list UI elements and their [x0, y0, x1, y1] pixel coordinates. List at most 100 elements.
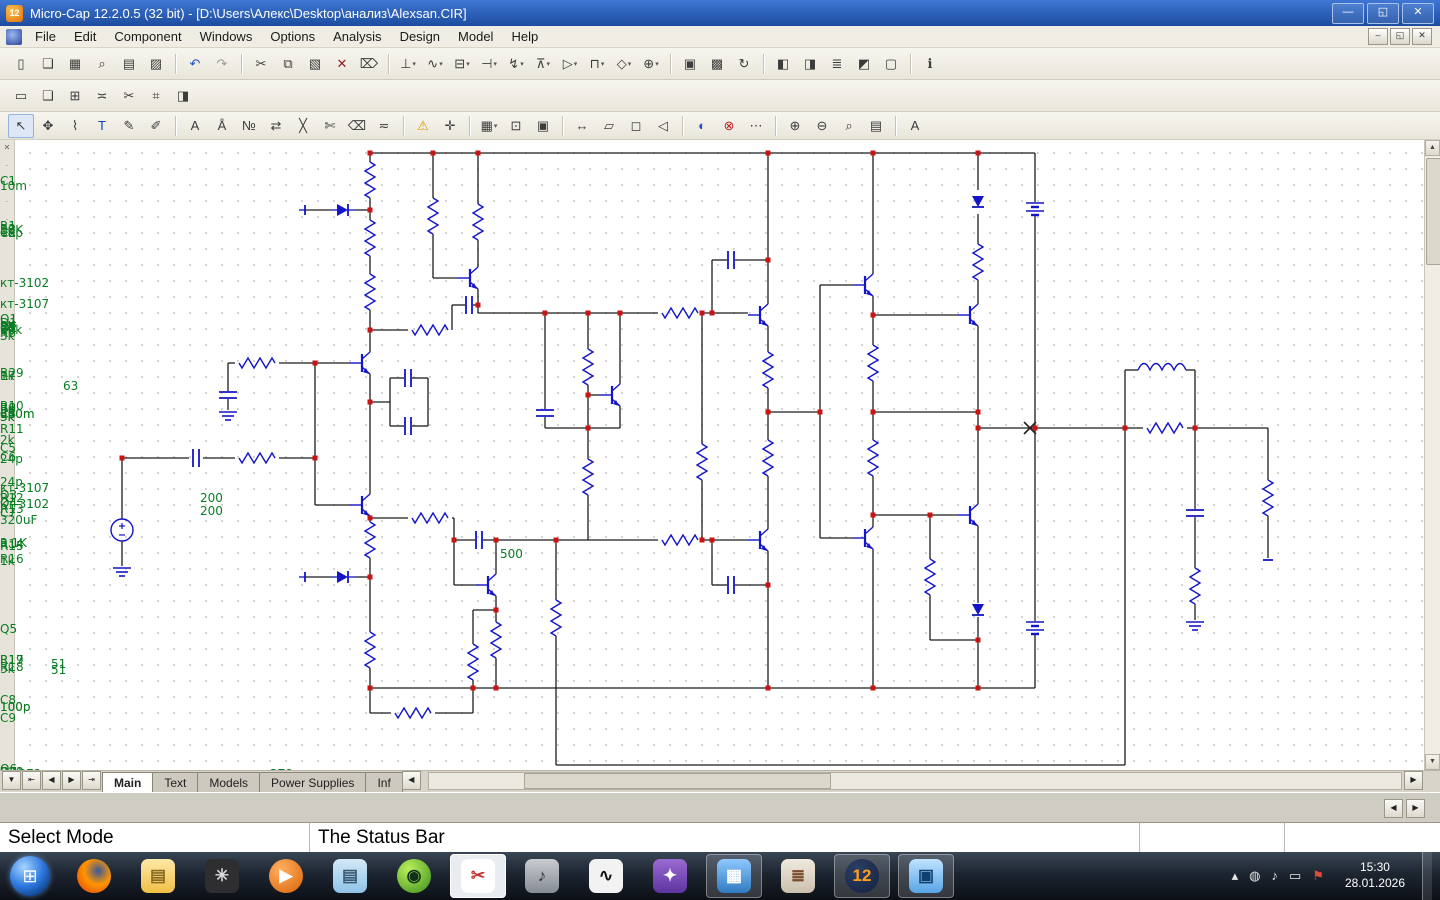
disable-part-button[interactable]: ⊗	[716, 114, 742, 138]
paste-button[interactable]: ▧	[302, 52, 328, 76]
tray-network-icon[interactable]: ▭	[1289, 868, 1301, 884]
capacitor-component-button[interactable]: ⊣▾	[476, 52, 502, 76]
opamp-component-button[interactable]: ▷▾	[557, 52, 583, 76]
clear-button[interactable]: ⌦	[356, 52, 382, 76]
taskbar-micro-cap[interactable]: 12	[834, 854, 890, 898]
sheet-menu-button[interactable]: ▼	[2, 771, 21, 790]
attribute-text-button[interactable]: A	[182, 114, 208, 138]
diode-component-button[interactable]: ↯▾	[503, 52, 529, 76]
strip-scroll-left-icon[interactable]: ◀	[1384, 799, 1403, 818]
tab-inf[interactable]: Inf	[365, 772, 402, 792]
split-tool-button[interactable]: ✄	[317, 114, 343, 138]
copy-button[interactable]: ⧉	[275, 52, 301, 76]
tab-models[interactable]: Models	[197, 772, 260, 792]
title-block-toggle-button[interactable]: ▣	[530, 114, 556, 138]
text-mode-button[interactable]: T	[89, 114, 115, 138]
left-toolbar[interactable]: ✕ · · · ·	[0, 140, 15, 770]
redo-button[interactable]: ↷	[209, 52, 235, 76]
menu-component[interactable]: Component	[105, 27, 190, 46]
pattern-select-button[interactable]: ▩	[704, 52, 730, 76]
rotate-tool-button[interactable]: ◁	[650, 114, 676, 138]
delete-button[interactable]: ✕	[329, 52, 355, 76]
tile-vertical-button[interactable]: ◨	[797, 52, 823, 76]
restore-button[interactable]: ◱	[1367, 3, 1399, 24]
dependent-source-button[interactable]: ◇▾	[611, 52, 637, 76]
warning-toggle-button[interactable]: ⚠	[410, 114, 436, 138]
border-toggle-button[interactable]: ⊡	[503, 114, 529, 138]
annotate-mode-button[interactable]: ✐	[143, 114, 169, 138]
dock-right-button[interactable]: ◨	[170, 84, 196, 108]
minimize-button[interactable]: —	[1332, 3, 1364, 24]
toggle-display-button[interactable]: ◐	[689, 114, 715, 138]
menu-edit[interactable]: Edit	[65, 27, 105, 46]
schematic-canvas[interactable]	[15, 140, 1424, 770]
taskbar-clock[interactable]: 15:30 28.01.2026	[1345, 860, 1405, 891]
open-file-button[interactable]: ❏	[35, 52, 61, 76]
sine-source-button[interactable]: ∿▾	[422, 52, 448, 76]
gate-component-button[interactable]: ⊼▾	[530, 52, 556, 76]
color-select-button[interactable]: ▣	[677, 52, 703, 76]
taskbar-firefox[interactable]	[66, 854, 122, 898]
split-window-button[interactable]: ◩	[851, 52, 877, 76]
vertical-scroll-thumb[interactable]	[1426, 158, 1440, 265]
select-box-button[interactable]: ▭	[8, 84, 34, 108]
scroll-down-icon[interactable]: ▼	[1425, 754, 1440, 770]
scroll-up-icon[interactable]: ▲	[1425, 140, 1440, 156]
taskbar-winrar[interactable]: ≣	[770, 854, 826, 898]
crosshair-toggle-button[interactable]: ✛	[437, 114, 463, 138]
tile-horizontal-button[interactable]: ◧	[770, 52, 796, 76]
undo-button[interactable]: ↶	[182, 52, 208, 76]
scroll-right-button[interactable]: ▶	[1404, 771, 1423, 790]
text-a-tool-button[interactable]: A	[902, 114, 928, 138]
zoom-select-button[interactable]: ⌕	[836, 114, 862, 138]
taskbar-green-utility[interactable]: ◉	[386, 854, 442, 898]
horizontal-scrollbar[interactable]	[428, 772, 1402, 790]
search-file-button[interactable]: ⌕	[89, 52, 115, 76]
macro-component-button[interactable]: ⊕▾	[638, 52, 664, 76]
tray-hidden-icons-icon[interactable]: ▴	[1232, 868, 1239, 884]
strip-scroll-right-icon[interactable]: ▶	[1406, 799, 1425, 818]
vertical-scrollbar[interactable]: ▲ ▼	[1424, 140, 1440, 770]
component-info-button[interactable]: ℹ	[917, 52, 943, 76]
child-minimize-button[interactable]: –	[1368, 28, 1388, 45]
graphics-mode-button[interactable]: ✎	[116, 114, 142, 138]
zoom-in-button[interactable]: ⊕	[782, 114, 808, 138]
tab-text[interactable]: Text	[152, 772, 198, 792]
cascade-windows-button[interactable]: ≣	[824, 52, 850, 76]
tray-bluetooth-icon[interactable]: ◍	[1249, 868, 1260, 884]
grid-view-button[interactable]: ⊞	[62, 84, 88, 108]
taskbar-spider-app[interactable]: ✳	[194, 854, 250, 898]
print-preview-button[interactable]: ▤	[116, 52, 142, 76]
close-panel-icon[interactable]: ✕	[4, 143, 11, 152]
ground-component-button[interactable]: ⊥▾	[395, 52, 421, 76]
wire-mode-button[interactable]: ⌇	[62, 114, 88, 138]
child-close-button[interactable]: ✕	[1412, 28, 1432, 45]
zoom-out-button[interactable]: ⊖	[809, 114, 835, 138]
cross-tool-button[interactable]: ╳	[290, 114, 316, 138]
start-button[interactable]: ⊞	[10, 856, 50, 896]
taskbar-photo-viewer[interactable]: ▣	[898, 854, 954, 898]
pulse-source-button[interactable]: ⊓▾	[584, 52, 610, 76]
save-file-button[interactable]: ▦	[62, 52, 88, 76]
prev-sheet-button[interactable]: ◀	[42, 771, 61, 790]
taskbar-oscilloscope-app[interactable]: ∿	[578, 854, 634, 898]
select-mode-button[interactable]: ↖	[8, 114, 34, 138]
maximize-schematic-button[interactable]: ▢	[878, 52, 904, 76]
rectangle-tool-button[interactable]: ◻	[623, 114, 649, 138]
close-button[interactable]: ✕	[1402, 3, 1434, 24]
menu-file[interactable]: File	[26, 27, 65, 46]
taskbar-movie-maker[interactable]: ▦	[706, 854, 762, 898]
new-file-button[interactable]: ▯	[8, 52, 34, 76]
trim-tool-button[interactable]: ✂	[116, 84, 142, 108]
polygon-tool-button[interactable]: ▱	[596, 114, 622, 138]
erase-tool-button[interactable]: ⌫	[344, 114, 370, 138]
refresh-button[interactable]: ↻	[731, 52, 757, 76]
snap-to-grid-button[interactable]: ⌗	[143, 84, 169, 108]
child-restore-button[interactable]: ◱	[1390, 28, 1410, 45]
pan-mode-button[interactable]: ✥	[35, 114, 61, 138]
print-button[interactable]: ▨	[143, 52, 169, 76]
show-desktop-button[interactable]	[1422, 852, 1432, 900]
last-sheet-button[interactable]: ⇥	[82, 771, 101, 790]
horizontal-scroll-thumb[interactable]	[524, 773, 831, 789]
menu-windows[interactable]: Windows	[191, 27, 262, 46]
